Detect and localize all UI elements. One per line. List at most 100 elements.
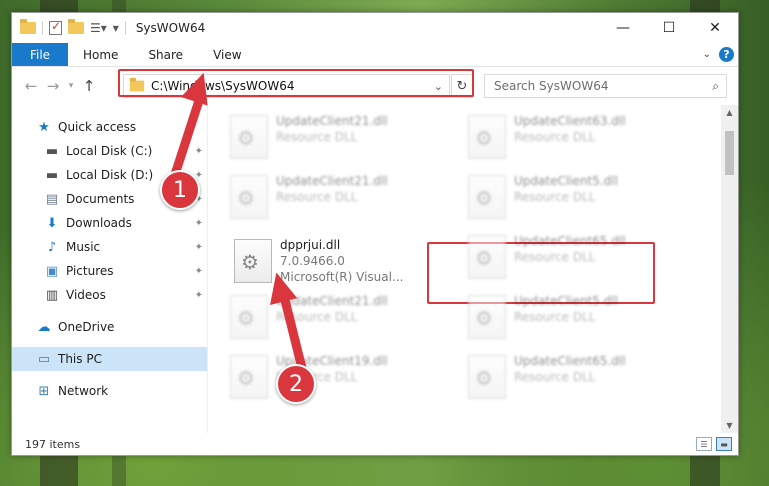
dll-file-icon: [468, 235, 506, 279]
expand-ribbon-icon[interactable]: ⌄: [703, 49, 711, 60]
recent-locations-button[interactable]: ▾: [64, 81, 78, 91]
file-item[interactable]: UpdateClient21.dllResource DLL: [226, 289, 448, 345]
file-item[interactable]: UpdateClient63.dll Resource DLL: [464, 109, 686, 165]
computer-icon: ▭: [37, 351, 51, 367]
sidebar-item-music[interactable]: ♪ Music ✦: [12, 235, 207, 259]
file-item[interactable]: UpdateClient5.dll Resource DLL: [464, 169, 686, 225]
tab-share[interactable]: Share: [133, 43, 198, 66]
ribbon-right: ⌄ ?: [703, 43, 738, 66]
folder-icon[interactable]: [20, 19, 36, 34]
file-item[interactable]: UpdateClient19.dllResource DLL: [226, 349, 448, 405]
star-icon: ★: [38, 119, 50, 135]
window-controls: — ☐ ✕: [600, 13, 738, 43]
step-badge-2: 2: [276, 364, 316, 404]
close-button[interactable]: ✕: [692, 13, 738, 43]
pin-icon: ✦: [194, 241, 203, 253]
file-item[interactable]: UpdateClient5.dll Resource DLL: [464, 289, 686, 345]
network-icon: ⊞: [38, 383, 50, 399]
search-icon[interactable]: ⌕: [712, 79, 719, 94]
window-title: SysWOW64: [135, 21, 206, 35]
file-item[interactable]: UpdateClient21.dllResource DLL: [226, 169, 448, 225]
dll-file-icon: [468, 355, 506, 399]
dll-file-icon: [468, 295, 506, 339]
sidebar-item-label: Downloads: [66, 216, 132, 230]
scrollbar-thumb[interactable]: [725, 131, 734, 175]
file-name: UpdateClient21.dll: [276, 114, 388, 128]
sidebar-item-quick-access[interactable]: ★ Quick access: [12, 115, 207, 139]
back-button[interactable]: ←: [20, 77, 42, 95]
minimize-button[interactable]: —: [600, 13, 646, 43]
documents-icon: ▤: [45, 191, 59, 207]
status-bar: 197 items: [12, 433, 738, 455]
sidebar-item-this-pc[interactable]: ▭ This PC: [12, 347, 207, 371]
cloud-icon: ☁: [37, 319, 51, 335]
vertical-scrollbar[interactable]: ▲ ▼: [721, 105, 738, 433]
file-name: dpprjui.dll: [280, 238, 341, 252]
file-name: UpdateClient5.dll: [514, 174, 618, 188]
dll-file-icon: [230, 295, 268, 339]
file-name: UpdateClient65.dll: [514, 234, 626, 248]
separator: [124, 21, 126, 35]
details-view-icon[interactable]: ☰: [696, 437, 712, 451]
file-type: Resource DLL: [514, 130, 596, 144]
dll-file-icon: [468, 115, 506, 159]
help-icon[interactable]: ?: [719, 47, 734, 62]
sidebar-item-label: Documents: [66, 192, 135, 206]
sidebar-item-network[interactable]: ⊞ Network: [12, 379, 207, 403]
sidebar-item-onedrive[interactable]: ☁ OneDrive: [12, 315, 207, 339]
highlight-box-address: [118, 69, 474, 97]
pictures-icon: ▣: [45, 263, 59, 279]
tab-view[interactable]: View: [198, 43, 256, 66]
sidebar-item-videos[interactable]: ▥ Videos ✦: [12, 283, 207, 307]
file-type: Resource DLL: [276, 130, 358, 144]
scroll-down-icon[interactable]: ▼: [721, 421, 738, 430]
file-name: UpdateClient65.dll: [514, 354, 626, 368]
music-icon: ♪: [47, 239, 57, 255]
drive-icon: ▬: [45, 143, 59, 159]
drive-icon: ▬: [45, 167, 59, 183]
sidebar-item-label: Network: [58, 384, 109, 398]
tab-file[interactable]: File: [12, 43, 68, 66]
separator: [42, 21, 43, 35]
search-placeholder: Search SysWOW64: [494, 79, 609, 93]
forward-button[interactable]: →: [42, 77, 64, 95]
new-folder-icon[interactable]: [68, 19, 84, 34]
sidebar-item-pictures[interactable]: ▣ Pictures ✦: [12, 259, 207, 283]
customize-toolbar-icon[interactable]: ▾: [113, 21, 119, 35]
sidebar-item-label: Videos: [66, 288, 106, 302]
properties-check-icon[interactable]: [49, 19, 62, 35]
pin-icon: ✦: [194, 217, 203, 229]
list-properties-icon[interactable]: ☰▾: [90, 21, 107, 35]
up-button[interactable]: ↑: [78, 77, 100, 95]
dll-file-icon: [468, 175, 506, 219]
pin-icon: ✦: [194, 265, 203, 277]
sidebar-item-label: Pictures: [66, 264, 114, 278]
step-badge-1: 1: [160, 170, 200, 210]
file-type: Resource DLL: [276, 190, 358, 204]
search-input[interactable]: Search SysWOW64 ⌕: [484, 74, 727, 98]
download-icon: ⬇: [46, 215, 58, 231]
dll-file-icon: [230, 175, 268, 219]
ribbon: File Home Share View ⌄ ?: [12, 43, 738, 67]
maximize-button[interactable]: ☐: [646, 13, 692, 43]
file-type: Resource DLL: [514, 370, 596, 384]
sidebar-item-label: Music: [66, 240, 101, 254]
sidebar-item-downloads[interactable]: ⬇ Downloads ✦: [12, 211, 207, 235]
file-item[interactable]: UpdateClient65.dll Resource DLL: [464, 229, 686, 285]
dll-file-icon: [230, 115, 268, 159]
file-item[interactable]: UpdateClient65.dll Resource DLL: [464, 349, 686, 405]
navigation-bar: ← → ▾ ↑ C:\Windows\SysWOW64 ⌄ ↻ Search S…: [12, 67, 738, 105]
sidebar-item-label: This PC: [58, 352, 102, 366]
file-name: UpdateClient5.dll: [514, 294, 618, 308]
file-item[interactable]: UpdateClient21.dll Resource DLL: [226, 109, 448, 165]
tiles-view-icon[interactable]: ▬: [716, 437, 732, 451]
scroll-up-icon[interactable]: ▲: [721, 108, 738, 117]
view-toggle: ☰ ▬: [696, 437, 732, 451]
tab-home[interactable]: Home: [68, 43, 133, 66]
sidebar-item-label: Local Disk (C:): [66, 144, 153, 158]
pin-icon: ✦: [194, 289, 203, 301]
title-bar: ☰▾ ▾ SysWOW64 — ☐ ✕: [12, 13, 738, 43]
